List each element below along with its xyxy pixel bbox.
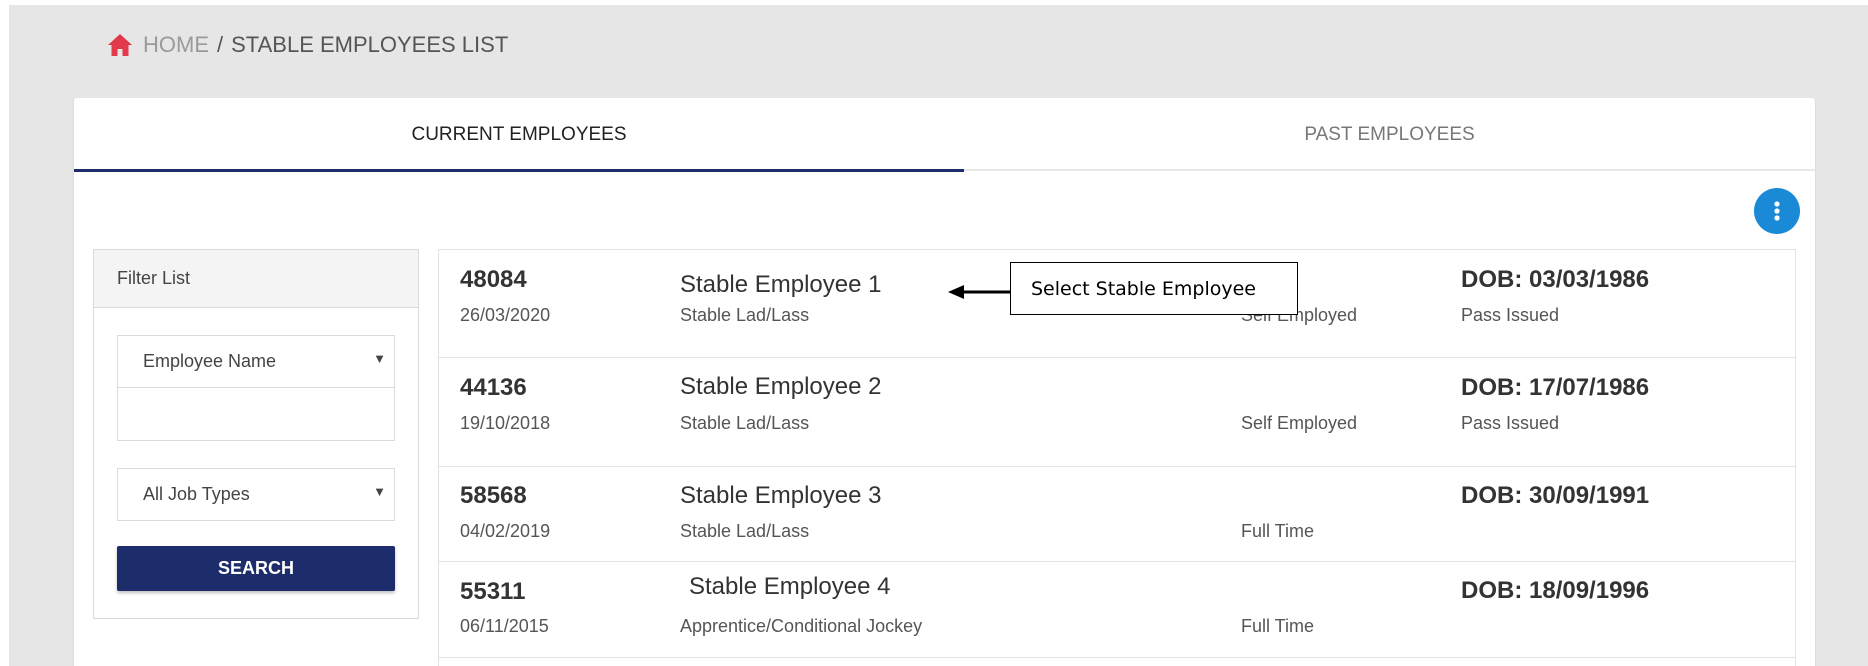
tab-current-employees[interactable]: CURRENT EMPLOYEES — [74, 98, 964, 171]
employees-card: CURRENT EMPLOYEES PAST EMPLOYEES Filter … — [74, 98, 1815, 666]
employee-dob: DOB: 17/07/1986 — [1461, 374, 1650, 401]
employee-dob: DOB: 03/03/1986 — [1461, 266, 1650, 293]
employee-role: Stable Lad/Lass — [680, 413, 810, 433]
employee-id: 44136 — [460, 374, 527, 401]
employment-type: Self Employed — [1241, 413, 1358, 433]
tab-bar: CURRENT EMPLOYEES PAST EMPLOYEES — [74, 98, 1815, 171]
page-background: HOME / STABLE EMPLOYEES LIST CURRENT EMP… — [9, 5, 1868, 666]
employee-role: Stable Lad/Lass — [680, 305, 810, 325]
employee-dob: DOB: 30/09/1991 — [1461, 482, 1650, 509]
employee-role: Stable Lad/Lass — [680, 521, 810, 541]
caret-down-icon: ▼ — [373, 351, 386, 366]
breadcrumb-current: STABLE EMPLOYEES LIST — [231, 32, 509, 57]
filter-panel: Filter List Employee Name ▼ All Job Type… — [93, 249, 419, 619]
employee-role: Apprentice/Conditional Jockey — [680, 616, 923, 636]
employee-row[interactable]: 44136 19/10/2018 Stable Employee 2 Stabl… — [439, 358, 1795, 467]
active-tab-indicator — [74, 169, 964, 172]
employee-date: 26/03/2020 — [460, 305, 551, 325]
employee-name: Stable Employee 3 — [680, 482, 882, 509]
employee-name: Stable Employee 2 — [680, 373, 882, 400]
filter-panel-title: Filter List — [94, 250, 418, 308]
employee-name: Stable Employee 1 — [680, 271, 882, 298]
more-vertical-icon — [1774, 201, 1780, 221]
job-type-select[interactable]: All Job Types ▼ — [117, 468, 395, 521]
employee-date: 19/10/2018 — [460, 413, 551, 433]
search-button[interactable]: SEARCH — [117, 546, 395, 591]
pass-status: Pass Issued — [1461, 305, 1560, 325]
employee-name-select[interactable]: Employee Name ▼ — [117, 335, 395, 388]
annotation-arrow-icon — [948, 285, 1010, 299]
annotation-callout: Select Stable Employee — [1010, 262, 1298, 315]
employee-dob: DOB: 18/09/1996 — [1461, 577, 1650, 604]
employee-name: Stable Employee 4 — [689, 573, 891, 600]
employee-row[interactable]: 55311 06/11/2015 Stable Employee 4 Appre… — [439, 562, 1795, 658]
employment-type: Full Time — [1241, 616, 1315, 636]
home-icon[interactable] — [107, 33, 133, 57]
employee-date: 04/02/2019 — [460, 521, 551, 541]
employee-name-select-value: Employee Name — [143, 351, 277, 371]
employee-row[interactable]: 58568 04/02/2019 Stable Employee 3 Stabl… — [439, 467, 1795, 562]
employee-id: 58568 — [460, 482, 527, 509]
breadcrumb-home-link[interactable]: HOME — [143, 32, 209, 58]
job-type-select-value: All Job Types — [143, 484, 250, 504]
caret-down-icon: ▼ — [373, 484, 386, 499]
tab-past-employees[interactable]: PAST EMPLOYEES — [964, 98, 1815, 171]
employment-type: Full Time — [1241, 521, 1315, 541]
employee-name-input[interactable] — [117, 388, 395, 441]
employee-date: 06/11/2015 — [460, 616, 549, 636]
employee-id: 48084 — [460, 266, 527, 293]
breadcrumb-separator: / — [217, 32, 224, 57]
breadcrumb: HOME / STABLE EMPLOYEES LIST — [107, 31, 508, 59]
more-options-button[interactable] — [1754, 188, 1800, 234]
employee-id: 55311 — [460, 578, 526, 605]
pass-status: Pass Issued — [1461, 413, 1560, 433]
